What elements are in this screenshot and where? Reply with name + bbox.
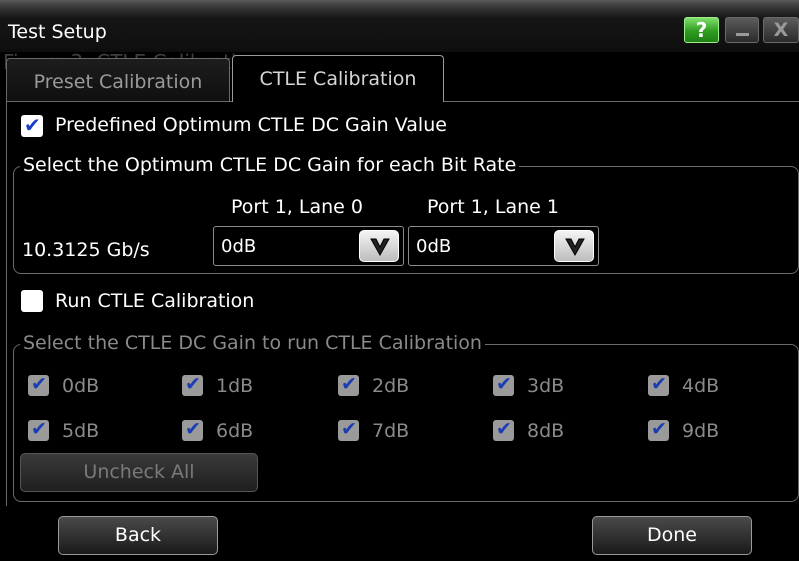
lane-1-gain-dropdown[interactable]: 0dB (408, 226, 599, 266)
dropdown-value: 0dB (221, 236, 257, 257)
gain-6db-label: 6dB (216, 420, 254, 442)
run-ctle-calibration-label: Run CTLE Calibration (55, 290, 255, 312)
bit-rate-label: 10.3125 Gb/s (22, 239, 150, 261)
uncheck-all-button[interactable]: Uncheck All (20, 453, 258, 492)
gain-7db-checkbox[interactable] (338, 418, 359, 441)
column-header-lane-0: Port 1, Lane 0 (231, 196, 363, 218)
help-icon: ? (695, 18, 708, 42)
window-title: Test Setup (8, 21, 107, 43)
gain-8db-checkbox[interactable] (493, 418, 514, 441)
gain-1db-label: 1dB (216, 375, 254, 397)
gain-5db-label: 5dB (62, 420, 100, 442)
done-button[interactable]: Done (592, 516, 752, 555)
help-button[interactable]: ? (684, 17, 719, 43)
dropdown-arrow-button[interactable] (554, 230, 594, 262)
gain-3db-label: 3dB (527, 375, 565, 397)
minimize-button[interactable] (725, 17, 759, 43)
tab-ctle-calibration[interactable]: CTLE Calibration (232, 55, 444, 102)
ctle-gain-group-title: Select the CTLE DC Gain to run CTLE Cali… (20, 332, 485, 354)
lane-0-gain-dropdown[interactable]: 0dB (213, 226, 404, 266)
tab-preset-calibration[interactable]: Preset Calibration (6, 58, 230, 102)
chevron-down-icon (565, 238, 585, 257)
predefined-optimum-checkbox[interactable] (21, 113, 43, 137)
gain-9db-label: 9dB (682, 420, 720, 442)
gain-1db-checkbox[interactable] (182, 373, 203, 396)
run-ctle-calibration-checkbox[interactable] (21, 290, 43, 312)
title-bar: Test Setup ? X (0, 0, 799, 52)
minimize-icon (736, 33, 749, 36)
column-header-lane-1: Port 1, Lane 1 (427, 196, 559, 218)
gain-0db-checkbox[interactable] (28, 373, 49, 396)
gain-0db-label: 0dB (62, 375, 100, 397)
gain-9db-checkbox[interactable] (648, 418, 669, 441)
gain-7db-label: 7dB (372, 420, 410, 442)
chevron-down-icon (370, 238, 390, 257)
optimum-gain-group-title: Select the Optimum CTLE DC Gain for each… (20, 154, 520, 176)
gain-4db-checkbox[interactable] (648, 373, 669, 396)
gain-2db-checkbox[interactable] (338, 373, 359, 396)
gain-5db-checkbox[interactable] (28, 418, 49, 441)
close-icon: X (773, 19, 789, 41)
back-button[interactable]: Back (58, 516, 218, 555)
close-button[interactable]: X (763, 17, 799, 43)
gain-2db-label: 2dB (372, 375, 410, 397)
dropdown-arrow-button[interactable] (359, 230, 399, 262)
gain-4db-label: 4dB (682, 375, 720, 397)
gain-6db-checkbox[interactable] (182, 418, 203, 441)
gain-3db-checkbox[interactable] (493, 373, 514, 396)
test-setup-window: Test Setup ? X Figure 3: CTLE Calibratio… (0, 0, 799, 561)
dropdown-value: 0dB (416, 236, 452, 257)
predefined-optimum-label: Predefined Optimum CTLE DC Gain Value (55, 114, 447, 136)
gain-8db-label: 8dB (527, 420, 565, 442)
